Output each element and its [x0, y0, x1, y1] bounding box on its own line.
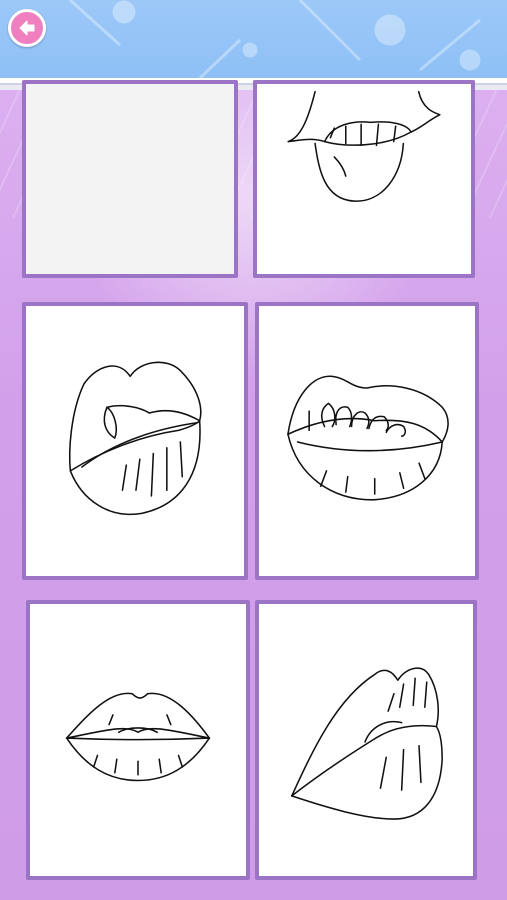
drawing-grid — [0, 80, 507, 900]
grid-item-lips-side-open[interactable] — [22, 302, 248, 580]
grid-item-lips-teeth-bite[interactable] — [253, 80, 475, 278]
grid-item-lips-closed-front[interactable] — [26, 600, 250, 880]
grid-item-lips-side-pout[interactable] — [255, 600, 477, 880]
lips-closed-front-icon — [65, 692, 211, 782]
back-button[interactable] — [8, 9, 46, 47]
lips-smile-teeth-icon — [287, 375, 449, 501]
top-bar — [0, 0, 507, 78]
header-decoration — [68, 0, 481, 78]
lips-teeth-bite-icon — [287, 90, 441, 202]
grid-item-lips-smile-teeth[interactable] — [255, 302, 479, 580]
lips-side-open-icon — [68, 361, 202, 516]
lips-side-pout-icon — [291, 667, 443, 820]
arrow-left-icon — [19, 20, 35, 36]
grid-item-blank[interactable] — [22, 80, 238, 278]
